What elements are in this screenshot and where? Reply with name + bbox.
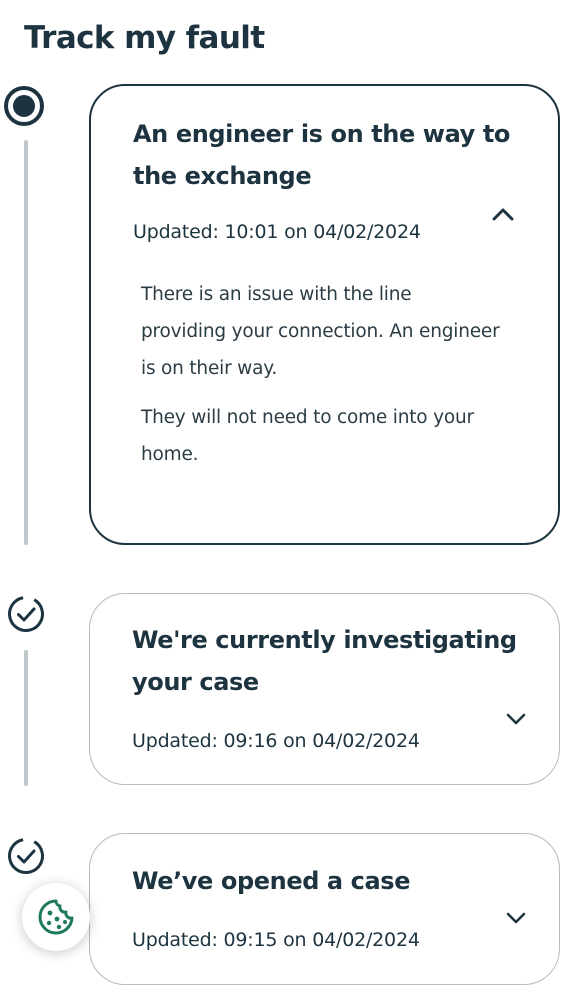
- chevron-up-icon: [492, 208, 514, 221]
- card-title: We're currently investigating your case: [132, 626, 517, 696]
- check-circle-icon: [8, 838, 44, 874]
- chevron-down-icon: [506, 912, 526, 924]
- details-paragraph: There is an issue with the line providin…: [141, 284, 500, 379]
- card-title: An engineer is on the way to the exchang…: [133, 120, 510, 190]
- timeline-card-opened[interactable]: We’ve opened a case Updated: 09:15 on 04…: [89, 833, 560, 985]
- expand-button[interactable]: [501, 903, 531, 933]
- timeline-card-engineer[interactable]: An engineer is on the way to the exchang…: [89, 84, 560, 545]
- card-updated-time: Updated: 09:16 on 04/02/2024: [132, 730, 420, 752]
- current-step-marker-icon: [4, 86, 44, 126]
- timeline-rail: [24, 140, 28, 545]
- page-title: Track my fault: [24, 20, 265, 56]
- chevron-down-icon: [506, 713, 526, 725]
- timeline-rail: [24, 650, 28, 786]
- card-updated-time: Updated: 09:15 on 04/02/2024: [132, 929, 420, 951]
- check-circle-icon: [8, 596, 44, 632]
- cookie-settings-button[interactable]: [22, 883, 90, 951]
- expand-button[interactable]: [501, 704, 531, 734]
- cookie-icon: [38, 899, 74, 935]
- timeline-card-investigating[interactable]: We're currently investigating your case …: [89, 593, 560, 785]
- card-title: We’ve opened a case: [132, 867, 411, 895]
- card-updated-time: Updated: 10:01 on 04/02/2024: [133, 221, 421, 243]
- details-paragraph: They will not need to come into your hom…: [141, 407, 474, 465]
- collapse-button[interactable]: [488, 199, 518, 229]
- card-details: There is an issue with the line providin…: [141, 276, 501, 485]
